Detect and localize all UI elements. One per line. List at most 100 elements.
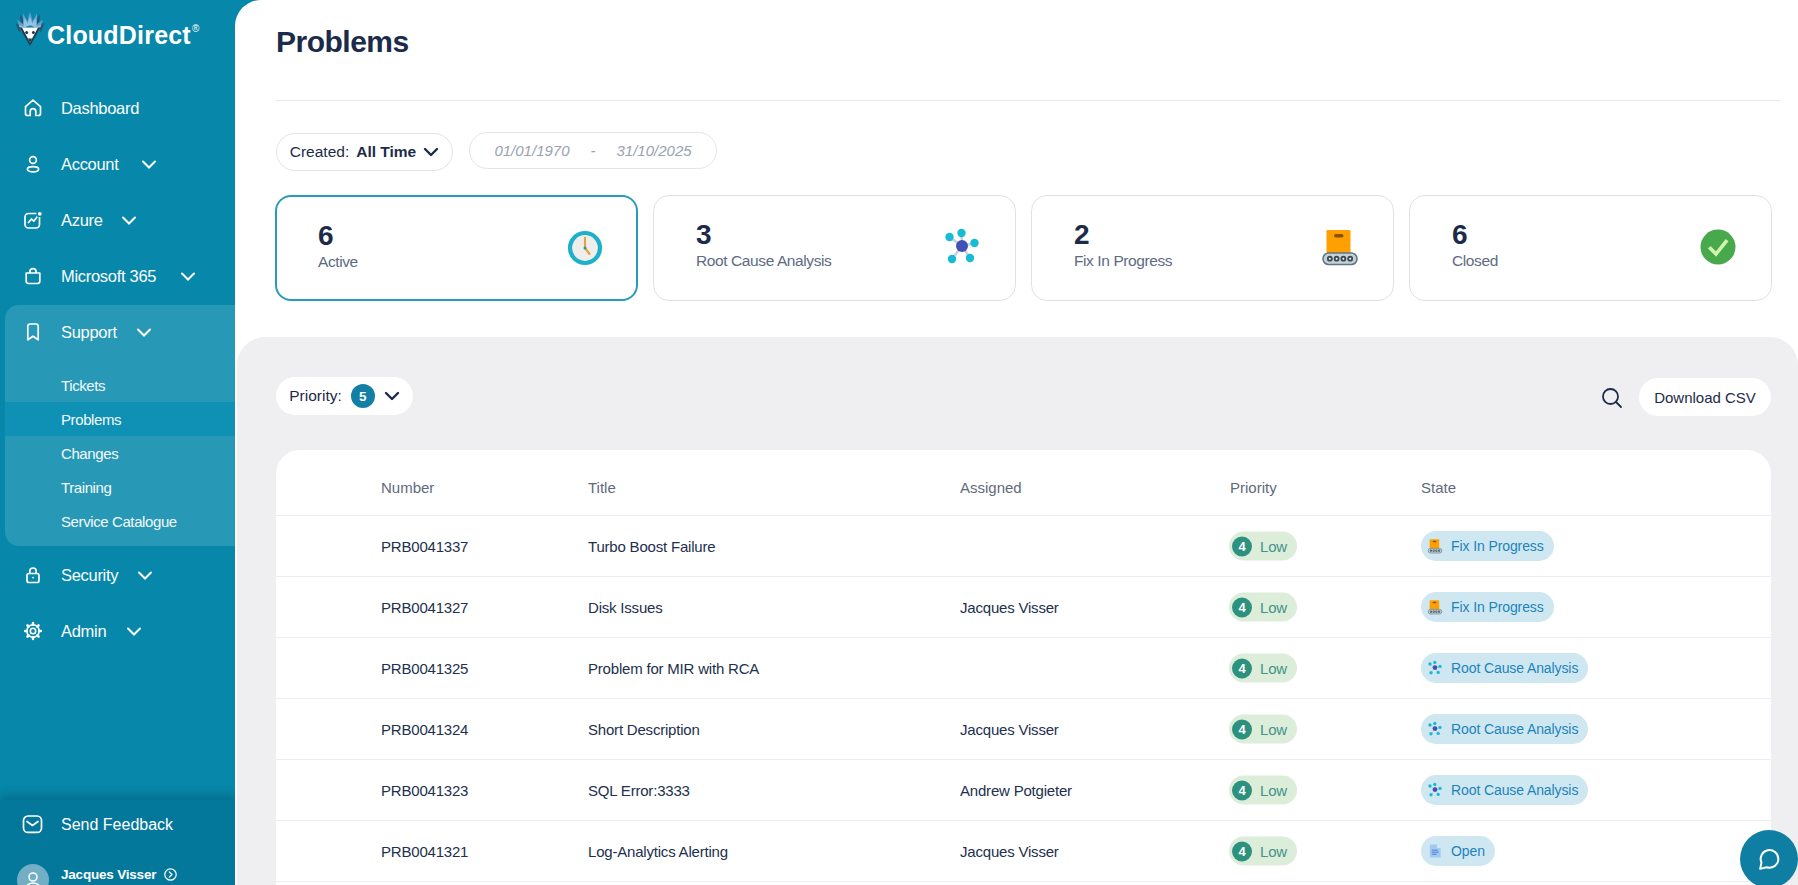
stat-card-active[interactable]: 6 Active bbox=[275, 195, 638, 301]
chevron-down-icon bbox=[180, 267, 196, 285]
created-filter-dropdown[interactable]: Created: All Time bbox=[276, 133, 453, 171]
table-header: Number Title Assigned Priority State bbox=[276, 450, 1771, 515]
chevron-down-icon bbox=[141, 155, 157, 173]
brand-logo[interactable]: CloudDirect ® bbox=[15, 10, 199, 50]
cell-assigned: Jacques Visser bbox=[960, 821, 1059, 882]
cell-number: PRB0041323 bbox=[381, 760, 468, 821]
sidebar-item-service-catalogue[interactable]: Service Catalogue bbox=[0, 504, 235, 538]
search-icon[interactable] bbox=[1601, 387, 1623, 409]
download-csv-label: Download CSV bbox=[1654, 389, 1756, 406]
sidebar-item-dashboard[interactable]: Dashboard bbox=[0, 88, 235, 128]
priority-badge: 4 Low bbox=[1229, 776, 1297, 805]
main-content: Problems Created: All Time 01/01/1970 - … bbox=[235, 0, 1798, 885]
cell-title: Problem for MIR with RCA bbox=[588, 638, 759, 699]
table-row[interactable]: PRB0041324 Short Description Jacques Vis… bbox=[276, 698, 1771, 759]
priority-level-badge: 4 bbox=[1232, 536, 1252, 556]
date-range-input[interactable]: 01/01/1970 - 31/10/2025 bbox=[469, 132, 717, 169]
state-badge: Root Cause Analysis bbox=[1421, 714, 1588, 744]
priority-badge: 4 Low bbox=[1229, 837, 1297, 866]
cell-title: SQL Error:3333 bbox=[588, 760, 690, 821]
priority-count-badge: 5 bbox=[351, 384, 375, 408]
cell-title: Short Description bbox=[588, 699, 700, 760]
stat-label: Active bbox=[318, 253, 358, 271]
chevron-right-circle-icon[interactable] bbox=[164, 867, 177, 880]
sidebar-item-label: Account bbox=[61, 155, 119, 174]
column-header-state[interactable]: State bbox=[1421, 450, 1456, 515]
bookmark-icon bbox=[23, 322, 43, 342]
user-icon bbox=[23, 154, 43, 174]
column-header-priority[interactable]: Priority bbox=[1230, 450, 1277, 515]
download-csv-button[interactable]: Download CSV bbox=[1639, 378, 1771, 416]
sidebar-item-azure[interactable]: Azure bbox=[0, 200, 235, 240]
priority-filter-label: Priority: bbox=[289, 387, 342, 405]
priority-label: Low bbox=[1260, 538, 1287, 555]
avatar[interactable] bbox=[17, 864, 49, 885]
lock-icon bbox=[23, 565, 43, 585]
sidebar-item-tickets[interactable]: Tickets bbox=[0, 368, 235, 402]
chat-button[interactable] bbox=[1740, 830, 1798, 885]
stat-label: Closed bbox=[1452, 252, 1498, 270]
stat-card-fix-in-progress[interactable]: 2 Fix In Progress bbox=[1031, 195, 1394, 301]
stat-value: 6 bbox=[318, 220, 334, 252]
cell-title: Turbo Boost Failure bbox=[588, 516, 715, 577]
sidebar-subitem-label: Problems bbox=[61, 411, 121, 428]
chevron-down-icon bbox=[384, 391, 400, 401]
table-row[interactable]: PRB0041321 Log-Analytics Alerting Jacque… bbox=[276, 820, 1771, 881]
column-header-title[interactable]: Title bbox=[588, 450, 616, 515]
priority-level-badge: 4 bbox=[1232, 658, 1252, 678]
state-label: Root Cause Analysis bbox=[1451, 721, 1578, 737]
chevron-down-icon bbox=[136, 323, 152, 341]
chevron-down-icon bbox=[126, 622, 142, 640]
sidebar-item-account[interactable]: Account bbox=[0, 144, 235, 184]
sidebar-item-security[interactable]: Security bbox=[0, 555, 235, 595]
sidebar-item-problems[interactable]: Problems bbox=[0, 402, 235, 436]
cell-assigned: Jacques Visser bbox=[960, 699, 1059, 760]
stat-cards: 6 Active 3 Root Cause Analysis bbox=[275, 195, 1772, 301]
priority-label: Low bbox=[1260, 660, 1287, 677]
gear-icon bbox=[23, 621, 43, 641]
table-row[interactable]: PRB0041325 Problem for MIR with RCA 4 Lo… bbox=[276, 637, 1771, 698]
cell-number: PRB0041337 bbox=[381, 516, 468, 577]
sidebar-subitem-label: Changes bbox=[61, 445, 118, 462]
stat-value: 3 bbox=[696, 219, 712, 251]
user-name[interactable]: Jacques Visser bbox=[61, 867, 156, 882]
hedgehog-icon bbox=[15, 10, 45, 47]
sidebar-subitem-label: Service Catalogue bbox=[61, 513, 177, 530]
table-row[interactable]: PRB0041323 SQL Error:3333 Andrew Potgiet… bbox=[276, 759, 1771, 820]
sidebar-subitem-label: Training bbox=[61, 479, 111, 496]
cell-number: PRB0041327 bbox=[381, 577, 468, 638]
priority-level-badge: 4 bbox=[1232, 719, 1252, 739]
state-badge: Root Cause Analysis bbox=[1421, 775, 1588, 805]
problems-table: Number Title Assigned Priority State PRB… bbox=[276, 450, 1771, 885]
sidebar-item-label: Admin bbox=[61, 622, 106, 641]
date-from: 01/01/1970 bbox=[494, 142, 569, 159]
mail-icon bbox=[22, 814, 43, 834]
column-header-assigned[interactable]: Assigned bbox=[960, 450, 1022, 515]
priority-badge: 4 Low bbox=[1229, 532, 1297, 561]
priority-level-badge: 4 bbox=[1232, 597, 1252, 617]
date-to: 31/10/2025 bbox=[617, 142, 692, 159]
stat-card-root-cause-analysis[interactable]: 3 Root Cause Analysis bbox=[653, 195, 1016, 301]
sidebar-item-changes[interactable]: Changes bbox=[0, 436, 235, 470]
stat-label: Fix In Progress bbox=[1074, 252, 1172, 270]
stat-value: 6 bbox=[1452, 219, 1468, 251]
priority-filter-dropdown[interactable]: Priority: 5 bbox=[276, 377, 413, 415]
column-header-number[interactable]: Number bbox=[381, 450, 434, 515]
priority-badge: 4 Low bbox=[1229, 593, 1297, 622]
state-badge: Fix In Progress bbox=[1421, 531, 1554, 561]
sidebar-item-support[interactable]: Support bbox=[0, 312, 235, 352]
stat-card-closed[interactable]: 6 Closed bbox=[1409, 195, 1772, 301]
sidebar-item-training[interactable]: Training bbox=[0, 470, 235, 504]
state-label: Root Cause Analysis bbox=[1451, 660, 1578, 676]
sidebar-item-microsoft365[interactable]: Microsoft 365 bbox=[0, 256, 235, 296]
sidebar-item-label: Microsoft 365 bbox=[61, 267, 156, 286]
conveyor-icon bbox=[1427, 599, 1443, 615]
send-feedback-button[interactable]: Send Feedback bbox=[0, 814, 235, 838]
table-row[interactable]: PRB0041337 Turbo Boost Failure 4 Low Fix… bbox=[276, 515, 1771, 576]
priority-level-badge: 4 bbox=[1232, 780, 1252, 800]
sidebar-item-label: Security bbox=[61, 566, 118, 585]
table-row[interactable]: PRB0041327 Disk Issues Jacques Visser 4 … bbox=[276, 576, 1771, 637]
cell-assigned: Jacques Visser bbox=[960, 577, 1059, 638]
cell-number: PRB0041321 bbox=[381, 821, 468, 882]
sidebar-item-admin[interactable]: Admin bbox=[0, 611, 235, 651]
